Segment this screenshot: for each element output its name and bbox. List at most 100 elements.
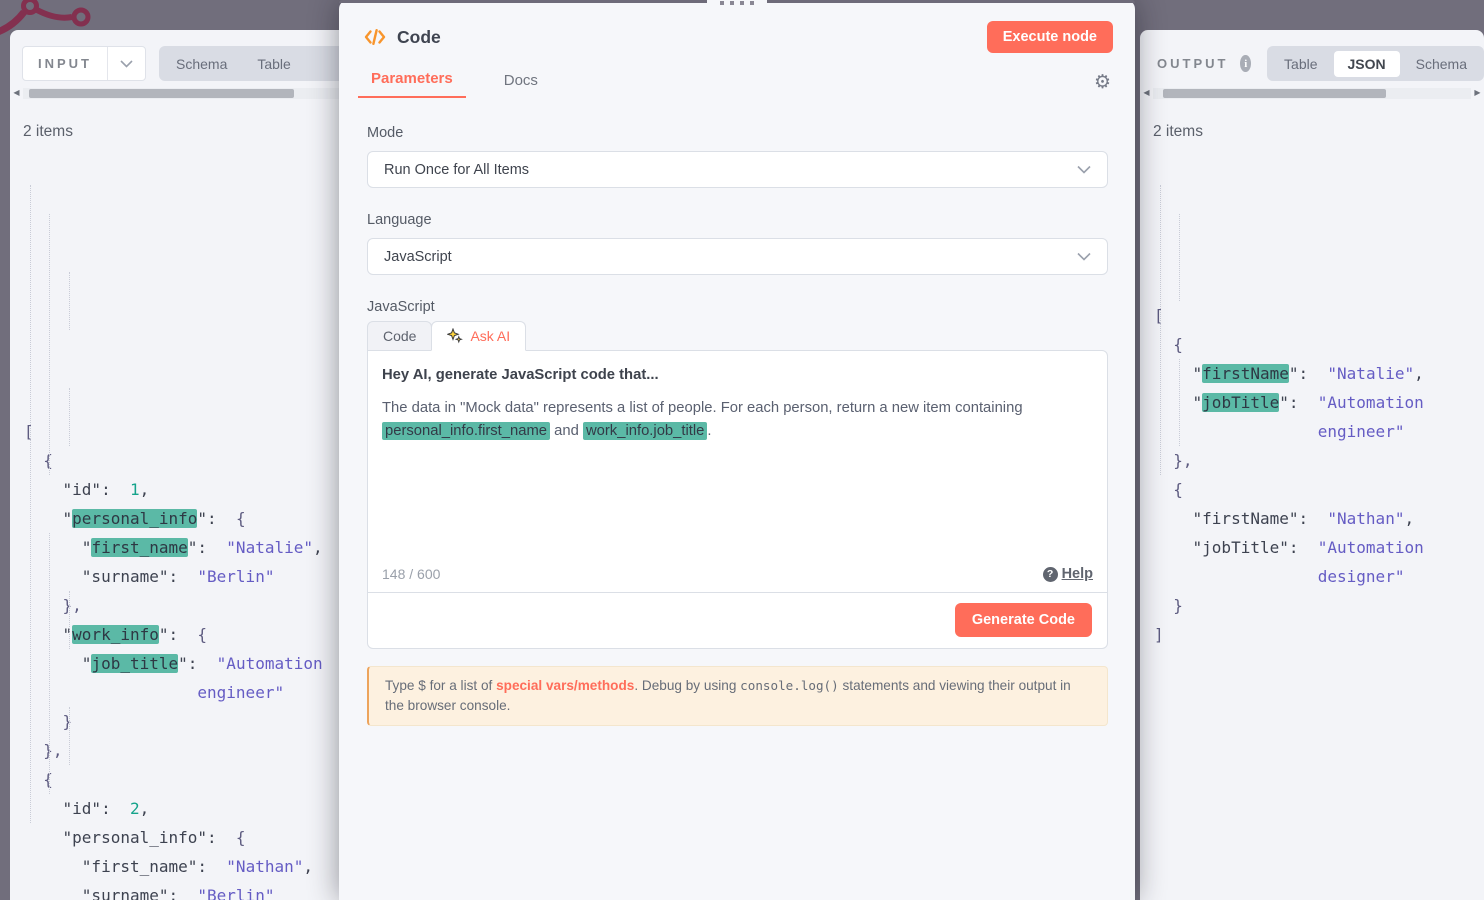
language-label: Language (367, 212, 1108, 228)
json-line: "jobTitle": "Automation (1154, 533, 1484, 562)
prompt-footer: 148 / 600 ? Help (382, 566, 1093, 582)
tab-docs[interactable]: Docs (491, 72, 551, 98)
indent-guide (69, 272, 70, 330)
json-line: { (1154, 330, 1484, 359)
output-panel: OUTPUT i Table JSON Schema ◀ ▶ 2 items [… (1140, 30, 1484, 900)
help-icon: ? (1043, 567, 1058, 582)
tab-code[interactable]: Code (367, 321, 432, 351)
indent-guide (1179, 214, 1180, 301)
node-title: Code (397, 27, 441, 48)
json-line: "surname": "Berlin" (24, 881, 350, 900)
input-display-tabs: Schema Table (159, 46, 350, 81)
output-title: OUTPUT (1152, 56, 1228, 71)
input-scrollbar[interactable]: ◀ (10, 86, 350, 100)
field-reference-chip: work_info.job_title (583, 422, 707, 440)
json-line: designer" (1154, 562, 1484, 591)
json-line: { (1154, 475, 1484, 504)
output-scrollbar[interactable]: ◀ ▶ (1140, 86, 1484, 100)
sparkles-icon (447, 328, 463, 344)
json-line: }, (1154, 446, 1484, 475)
drag-handle-dot (720, 1, 724, 5)
scroll-left-icon[interactable]: ◀ (11, 86, 22, 100)
input-panel: INPUT Schema Table ◀ 2 items [ { "id": (10, 30, 350, 900)
tab-schema[interactable]: Schema (162, 51, 241, 77)
gear-icon[interactable]: ⚙ (1094, 73, 1111, 98)
hint-text: Type $ for a list of (385, 678, 496, 693)
generate-code-button[interactable]: Generate Code (955, 603, 1092, 637)
chevron-down-icon[interactable] (107, 47, 145, 80)
json-line: } (1154, 591, 1484, 620)
json-line: }, (24, 591, 350, 620)
drag-handle[interactable] (707, 0, 767, 8)
indent-guide (30, 185, 31, 823)
tab-json[interactable]: JSON (1334, 51, 1400, 77)
field-reference-chip: personal_info.first_name (382, 422, 550, 440)
indent-guide (49, 533, 50, 794)
indent-guide (1160, 185, 1161, 475)
drag-handle-dot (750, 1, 754, 5)
scroll-left-icon[interactable]: ◀ (1141, 86, 1152, 100)
output-panel-header: OUTPUT i Table JSON Schema (1140, 30, 1484, 81)
modal-tabs: Parameters Docs ⚙ (339, 70, 1135, 98)
tab-ask-ai[interactable]: Ask AI (431, 321, 526, 351)
scrollbar-thumb[interactable] (1163, 89, 1386, 98)
json-line: engineer" (24, 678, 350, 707)
json-line: } (24, 707, 350, 736)
json-line: { (24, 765, 350, 794)
indent-guide (49, 214, 50, 475)
tab-parameters[interactable]: Parameters (358, 70, 466, 98)
json-line: "personal_info": { (24, 823, 350, 852)
json-line: "personal_info": { (24, 504, 350, 533)
output-items-count: 2 items (1153, 123, 1484, 141)
scrollbar-track[interactable] (23, 88, 348, 99)
output-json-tree[interactable]: [ { "firstName": "Natalie", "jobTitle": … (1140, 156, 1484, 649)
tab-ask-ai-label: Ask AI (470, 328, 510, 344)
hint-code: console.log() (740, 678, 839, 693)
input-items-count: 2 items (23, 123, 350, 141)
language-select[interactable]: JavaScript (367, 238, 1108, 275)
mode-label: Mode (367, 125, 1108, 141)
json-line: "surname": "Berlin" (24, 562, 350, 591)
json-line: [ (1154, 301, 1484, 330)
scroll-right-icon[interactable]: ▶ (1472, 86, 1483, 100)
indent-guide (69, 707, 70, 765)
json-line: "firstName": "Nathan", (1154, 504, 1484, 533)
ask-ai-prompt-input[interactable]: Hey AI, generate JavaScript code that...… (368, 351, 1107, 592)
special-vars-link[interactable]: special vars/methods (496, 678, 634, 693)
tab-table[interactable]: Table (1270, 51, 1331, 77)
help-label: Help (1062, 566, 1093, 582)
input-json-tree[interactable]: [ { "id": 1, "personal_info": { "first_n… (10, 156, 350, 900)
drag-handle-dot (730, 1, 734, 5)
indent-guide (69, 591, 70, 649)
info-icon[interactable]: i (1240, 55, 1251, 72)
mode-value: Run Once for All Items (384, 162, 529, 178)
help-link[interactable]: ? Help (1043, 566, 1093, 582)
tab-schema[interactable]: Schema (1402, 51, 1481, 77)
prompt-heading: Hey AI, generate JavaScript code that... (382, 367, 1093, 383)
mode-select[interactable]: Run Once for All Items (367, 151, 1108, 188)
json-line: "jobTitle": "Automation (1154, 388, 1484, 417)
input-panel-header: INPUT Schema Table (10, 30, 350, 81)
json-line: "id": 2, (24, 794, 350, 823)
editor-label: JavaScript (367, 299, 1108, 315)
ask-ai-prompt-box: Hey AI, generate JavaScript code that...… (367, 350, 1108, 649)
language-value: JavaScript (384, 249, 452, 265)
json-line: }, (24, 736, 350, 765)
json-line: ] (1154, 620, 1484, 649)
json-line: engineer" (1154, 417, 1484, 446)
char-counter: 148 / 600 (382, 566, 440, 582)
scrollbar-track[interactable] (1153, 88, 1471, 99)
input-title: INPUT (23, 47, 107, 80)
json-line: "work_info": { (24, 620, 350, 649)
input-node-selector[interactable]: INPUT (22, 46, 146, 81)
scrollbar-thumb[interactable] (29, 89, 294, 98)
json-line: "job_title": "Automation (24, 649, 350, 678)
chevron-down-icon (1077, 252, 1091, 261)
json-line: [ (24, 417, 350, 446)
modal-body: Mode Run Once for All Items Language Jav… (339, 98, 1135, 726)
workflow-canvas: INPUT Schema Table ◀ 2 items [ { "id": (0, 0, 1484, 900)
execute-node-button[interactable]: Execute node (987, 21, 1113, 53)
json-line: "first_name": "Natalie", (24, 533, 350, 562)
drag-handle-dot (740, 1, 744, 5)
tab-table[interactable]: Table (243, 51, 304, 77)
